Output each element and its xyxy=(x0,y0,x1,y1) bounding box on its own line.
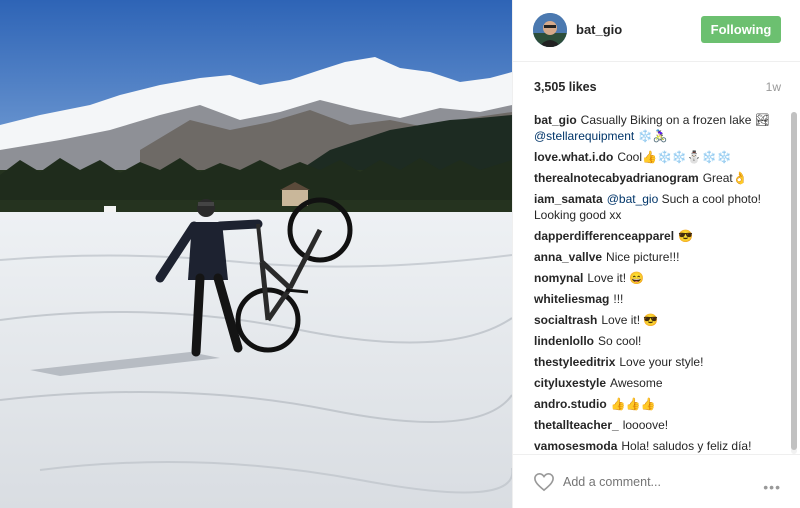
following-button[interactable]: Following xyxy=(701,16,781,43)
likes-row: 3,505 likes 1w xyxy=(513,80,800,100)
comment-username[interactable]: anna_vallve xyxy=(534,250,602,264)
comment-item: socialtrash Love it! 😎 xyxy=(534,312,788,328)
mention-link[interactable]: @bat_gio xyxy=(607,192,659,206)
post-header: bat_gio Following xyxy=(513,0,800,62)
comment-item: iam_samata @bat_gio Such a cool photo! Lo… xyxy=(534,191,788,223)
comment-text: Nice picture!!! xyxy=(606,250,680,264)
comment-item: vamosesmoda Hola! saludos y feliz día! xyxy=(534,438,788,454)
post-sidebar: bat_gio Following 3,505 likes 1w bat_gio… xyxy=(512,0,800,508)
mention-link[interactable]: @stellarequipment xyxy=(534,129,634,143)
comment-item: thestyleeditrix Love your style! xyxy=(534,354,788,370)
comment-username[interactable]: andro.studio xyxy=(534,397,607,411)
comment-text: Love it! 😎 xyxy=(601,313,659,327)
comment-footer: ••• xyxy=(513,454,800,508)
comments-list[interactable]: bat_gio Casually Biking on a frozen lake … xyxy=(534,112,788,454)
photo-scene xyxy=(0,0,512,508)
comment-text: Hola! saludos y feliz día! xyxy=(621,439,752,453)
scrollbar-thumb[interactable] xyxy=(791,112,797,450)
comment-item: cityluxestyle Awesome xyxy=(534,375,788,391)
comment-text: 😎 xyxy=(678,229,693,243)
comment-item: andro.studio 👍👍👍 xyxy=(534,396,788,412)
comment-username[interactable]: iam_samata xyxy=(534,192,603,206)
comment-text: So cool! xyxy=(598,334,642,348)
comment-item: love.what.i.do Cool👍❄️❄️⛄️❄️❄️ xyxy=(534,149,788,165)
comment-username[interactable]: nomynal xyxy=(534,271,583,285)
comment-username[interactable]: lindenlollo xyxy=(534,334,594,348)
comment-item: whiteliesmag!!! xyxy=(534,291,788,307)
comment-username[interactable]: dapperdifferenceapparel xyxy=(534,229,674,243)
comment-item: bat_gio Casually Biking on a frozen lake … xyxy=(534,112,788,144)
comment-username[interactable]: therealnotecabyadrianogram xyxy=(534,171,699,185)
comment-item: lindenlollo So cool! xyxy=(534,333,788,349)
comment-item: thetallteacher_ loooove! xyxy=(534,417,788,433)
comment-text: Love it! 😄 xyxy=(587,271,645,285)
comment-username[interactable]: whiteliesmag xyxy=(534,292,609,306)
comments-scrollbar[interactable] xyxy=(791,112,797,454)
comment-text: Cool👍❄️❄️⛄️❄️❄️ xyxy=(617,150,732,164)
post-photo[interactable] xyxy=(0,0,512,508)
avatar-image xyxy=(533,13,567,47)
avatar[interactable] xyxy=(533,13,567,47)
comment-username[interactable]: socialtrash xyxy=(534,313,597,327)
comment-text: loooove! xyxy=(622,418,669,432)
heart-icon[interactable] xyxy=(533,472,555,492)
likes-count[interactable]: 3,505 likes xyxy=(534,80,597,94)
comment-item: dapperdifferenceapparel 😎 xyxy=(534,228,788,244)
comment-text: !!! xyxy=(613,292,624,306)
post-time[interactable]: 1w xyxy=(766,80,781,94)
comment-username[interactable]: thetallteacher_ xyxy=(534,418,619,432)
add-comment-input[interactable] xyxy=(563,475,753,489)
comment-username[interactable]: vamosesmoda xyxy=(534,439,617,453)
comment-text: 👍👍👍 xyxy=(610,397,656,411)
comment-username[interactable]: bat_gio xyxy=(534,113,577,127)
comment-item: therealnotecabyadrianogram Great👌 xyxy=(534,170,788,186)
comment-item: nomynal Love it! 😄 xyxy=(534,270,788,286)
comment-username[interactable]: love.what.i.do xyxy=(534,150,613,164)
username[interactable]: bat_gio xyxy=(576,22,622,37)
comment-text: Love your style! xyxy=(619,355,704,369)
comment-username[interactable]: thestyleeditrix xyxy=(534,355,615,369)
comment-text: Great👌 xyxy=(702,171,748,185)
comment-username[interactable]: cityluxestyle xyxy=(534,376,606,390)
more-options-icon[interactable]: ••• xyxy=(763,479,781,495)
comment-text: Awesome xyxy=(610,376,663,390)
comment-item: anna_vallve Nice picture!!! xyxy=(534,249,788,265)
